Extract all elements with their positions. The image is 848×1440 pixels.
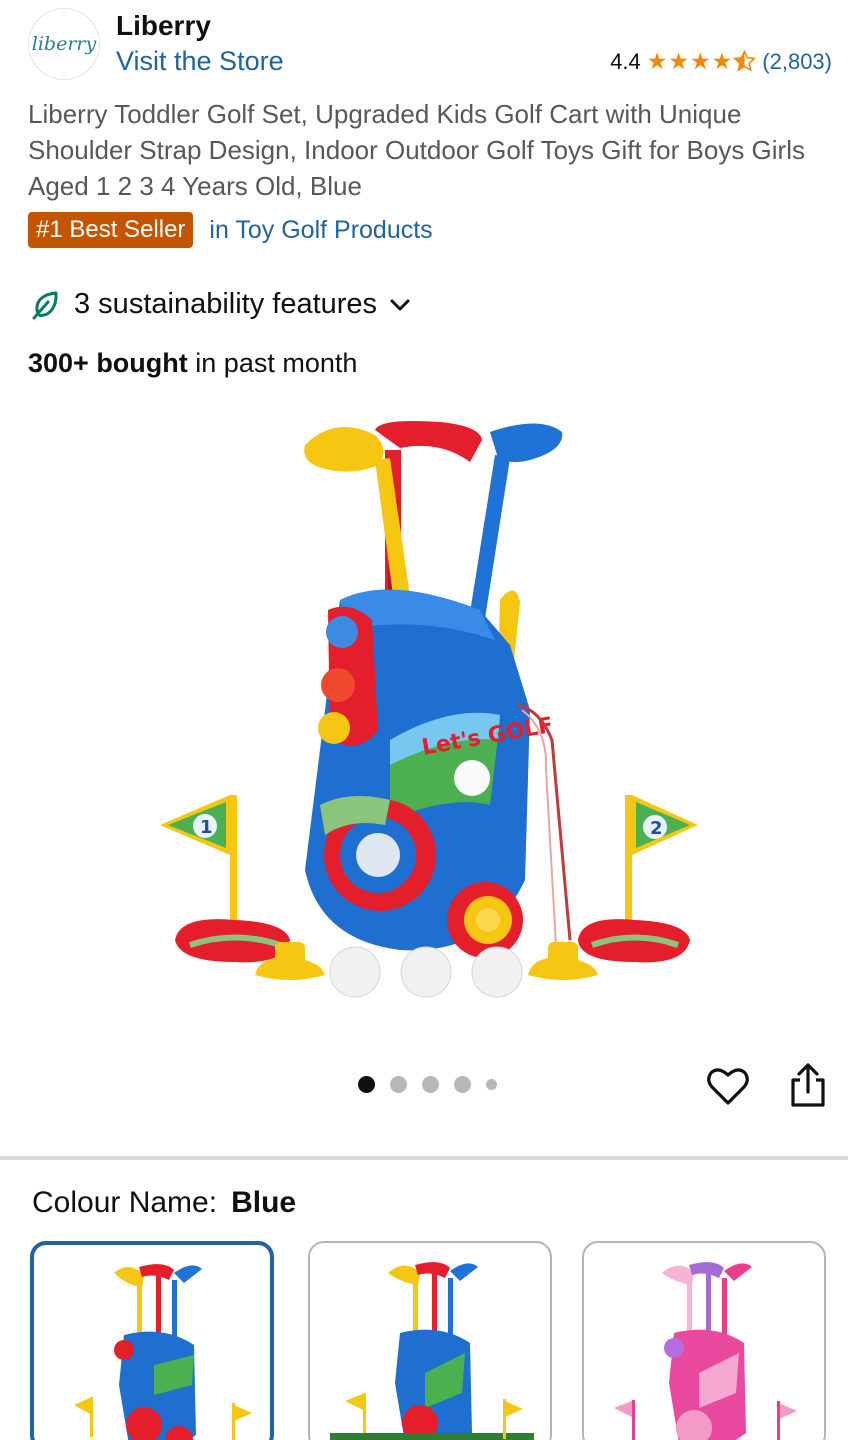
best-seller-badge[interactable]: #1 Best Seller — [28, 212, 194, 248]
swatch-image — [330, 1262, 534, 1440]
star-icon: ★ — [711, 48, 733, 74]
share-icon[interactable] — [788, 1062, 828, 1108]
leaf-icon — [32, 291, 58, 319]
flag-number-2: 2 — [650, 818, 663, 839]
carousel-dot[interactable] — [390, 1076, 407, 1093]
star-icon: ★ — [690, 48, 711, 74]
store-header: liberry Liberry Visit the Store 4.4 ★ ★ … — [28, 6, 838, 82]
star-rating: ★ ★ ★ ★ — [647, 50, 757, 74]
store-logo-text: liberry — [31, 33, 97, 55]
sustainability-label: 3 sustainability features — [74, 288, 378, 320]
store-logo[interactable]: liberry — [28, 8, 100, 80]
visit-store-link[interactable]: Visit the Store — [116, 46, 284, 77]
star-icon: ★ — [668, 48, 690, 74]
swatch-image — [74, 1264, 252, 1440]
heart-icon[interactable] — [706, 1064, 750, 1108]
best-seller-category-link[interactable]: in Toy Golf Products — [209, 216, 432, 245]
colour-name-label: Colour Name: — [32, 1186, 218, 1219]
colour-name-row: Colour Name: Blue — [32, 1186, 296, 1220]
sustainability-toggle[interactable]: 3 sustainability features — [30, 288, 413, 321]
rating-count-link[interactable]: (2,803) — [762, 49, 832, 75]
product-title: Liberry Toddler Golf Set, Upgraded Kids … — [28, 99, 805, 201]
bought-count: 300+ bought — [28, 348, 188, 378]
star-icon: ★ — [646, 48, 668, 74]
colour-swatch-blue-alt[interactable] — [308, 1241, 552, 1440]
carousel-dot[interactable] — [486, 1079, 497, 1090]
colour-selected-value: Blue — [231, 1186, 297, 1219]
bought-suffix: in past month — [187, 348, 358, 378]
chevron-down-icon — [390, 299, 410, 310]
colour-swatch-pink[interactable] — [582, 1241, 826, 1440]
rating-value: 4.4 — [610, 49, 641, 74]
image-carousel-dots[interactable] — [358, 1076, 497, 1093]
section-divider — [0, 1156, 848, 1160]
brand-name[interactable]: Liberry — [116, 10, 211, 42]
carousel-dot[interactable] — [422, 1076, 439, 1093]
bought-in-past-month: 300+ bought in past month — [28, 348, 357, 379]
carousel-dot[interactable] — [454, 1076, 471, 1093]
colour-swatch-blue[interactable] — [30, 1241, 274, 1440]
half-star-icon — [733, 49, 757, 74]
product-image[interactable]: Let's GOLF 1 2 — [150, 410, 710, 1010]
carousel-dot[interactable] — [358, 1076, 375, 1093]
flag-number-1: 1 — [200, 817, 213, 838]
swatch-image — [614, 1262, 797, 1440]
best-seller-row[interactable]: #1 Best Seller in Toy Golf Products — [28, 212, 433, 248]
rating-summary[interactable]: 4.4 ★ ★ ★ ★ (2,803) — [610, 49, 832, 75]
